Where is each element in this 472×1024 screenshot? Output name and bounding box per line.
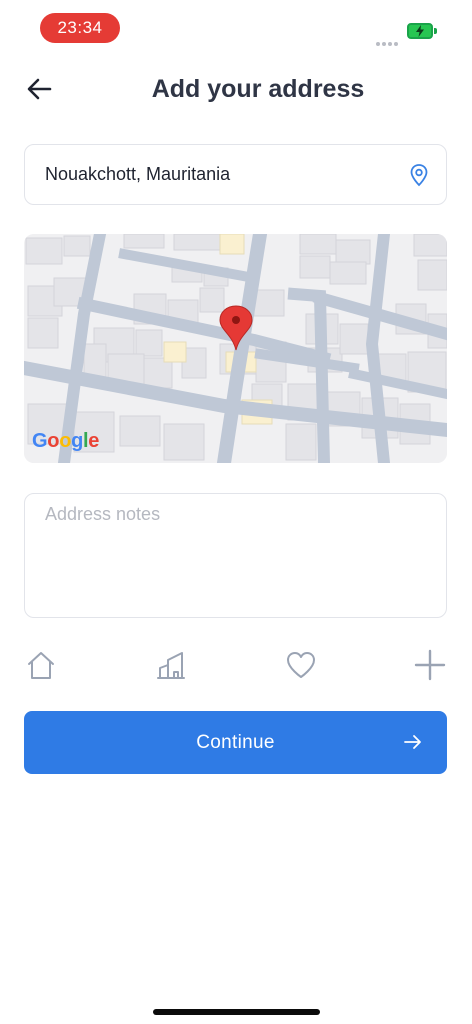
plus-icon: [414, 649, 446, 681]
add-label-button[interactable]: [413, 648, 447, 682]
arrow-right-icon: [404, 735, 421, 749]
heart-icon: [287, 652, 315, 678]
continue-label: Continue: [196, 732, 275, 753]
signal-icon: [376, 33, 400, 51]
map-streets: [24, 234, 447, 463]
battery-charging-icon: [407, 23, 433, 39]
address-field[interactable]: Nouakchott, Mauritania: [24, 144, 447, 205]
label-office-button[interactable]: [154, 648, 188, 682]
continue-button[interactable]: Continue: [24, 711, 447, 774]
google-logo: Google: [32, 430, 100, 452]
map-view[interactable]: Google: [24, 234, 447, 463]
label-favorite-button[interactable]: [284, 648, 318, 682]
location-pin-button[interactable]: [408, 163, 430, 187]
home-icon: [28, 652, 54, 679]
address-notes-input[interactable]: [24, 493, 447, 618]
status-time: 23:34: [40, 13, 120, 43]
battery-tip: [434, 28, 437, 34]
office-building-icon: [157, 652, 185, 679]
label-home-button[interactable]: [24, 648, 58, 682]
page-title: Add your address: [151, 75, 365, 103]
home-indicator: [153, 1009, 320, 1015]
status-bar: 23:34: [0, 0, 472, 56]
address-value[interactable]: Nouakchott, Mauritania: [45, 145, 230, 204]
location-pin-icon: [410, 164, 428, 187]
